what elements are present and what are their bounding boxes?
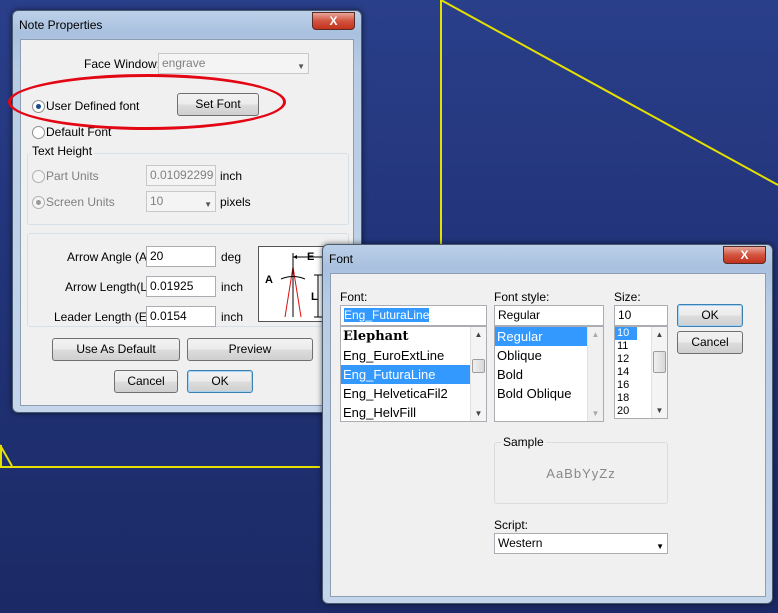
scroll-thumb[interactable] (472, 359, 485, 373)
font-list-item[interactable]: Eng_FuturaLine (341, 365, 486, 384)
part-units-input[interactable]: 0.01092299 (146, 165, 216, 186)
arrow-length-input[interactable]: 0.01925 (146, 276, 216, 297)
diagram-a-text: A (265, 274, 273, 286)
font-list-item[interactable]: Eng_HelvFill (341, 403, 486, 421)
title-bar[interactable]: Note Properties (19, 16, 355, 34)
face-window-label: Face Window: (84, 57, 161, 71)
font-style-label: Font style: (494, 290, 550, 304)
diagram-l-text: L (311, 291, 318, 303)
close-icon[interactable]: X (312, 12, 355, 30)
sample-title: Sample (501, 435, 546, 449)
size-list[interactable]: 10 11 12 14 16 18 20 ▲ ▼ (614, 326, 668, 419)
text-height-title: Text Height (30, 144, 95, 158)
cancel-button[interactable]: Cancel (677, 331, 743, 354)
arrow-up-icon[interactable]: ▲ (471, 327, 486, 342)
chevron-down-icon: ▼ (204, 200, 212, 209)
arrow-angle-unit: deg (221, 250, 242, 264)
font-list-item[interactable]: Eng_EuroExtLine (341, 346, 486, 365)
chevron-down-icon: ▼ (297, 62, 305, 71)
diagram-e-text: E (307, 251, 314, 263)
font-dialog-client: Font: Eng_FuturaLine Elephant Eng_EuroExt… (330, 273, 766, 597)
part-units-radio[interactable] (32, 170, 45, 183)
ok-button[interactable]: OK (677, 304, 743, 327)
leader-length-input[interactable]: 0.0154 (146, 306, 216, 327)
text-height-group (27, 153, 349, 225)
part-units-label: Part Units (46, 169, 99, 183)
font-style-input[interactable]: Regular (494, 305, 604, 326)
arrow-up-icon[interactable]: ▲ (652, 327, 667, 342)
window-title: Font (329, 252, 354, 266)
ok-button[interactable]: OK (187, 370, 253, 393)
font-list-item[interactable]: Elephant (341, 327, 486, 346)
size-input[interactable]: 10 (614, 305, 668, 326)
screen-units-label: Screen Units (46, 195, 115, 209)
font-label: Font: (340, 290, 368, 304)
screen-units-unit: pixels (220, 195, 251, 209)
highlight-ellipse (8, 74, 286, 130)
font-list-scrollbar[interactable]: ▲ ▼ (470, 327, 486, 421)
style-list-scrollbar[interactable]: ▲ ▼ (587, 327, 603, 421)
part-units-unit: inch (220, 169, 243, 183)
screen-units-select[interactable]: 10 ▼ (146, 191, 216, 212)
script-label: Script: (494, 518, 529, 532)
font-style-list[interactable]: Regular Oblique Bold Bold Oblique ▲ ▼ (494, 326, 604, 422)
window-title: Note Properties (19, 18, 103, 32)
arrow-length-unit: inch (221, 280, 244, 294)
arrow-length-label: Arrow Length(L): (65, 280, 155, 294)
arrow-down-icon[interactable]: ▼ (588, 406, 603, 421)
size-label: Size: (614, 290, 641, 304)
arrow-down-icon[interactable]: ▼ (471, 406, 486, 421)
leader-length-label: Leader Length (E): (54, 310, 155, 324)
close-icon[interactable]: X (723, 246, 766, 264)
leader-length-unit: inch (221, 310, 244, 324)
size-list-scrollbar[interactable]: ▲ ▼ (651, 327, 667, 418)
note-properties-window: Note Properties X Face Window: engrave ▼… (12, 10, 362, 413)
title-bar[interactable]: Font (329, 250, 766, 268)
font-window: Font X Font: Eng_FuturaLine Elephant Eng_… (322, 244, 773, 604)
font-name-input[interactable]: Eng_FuturaLine (340, 305, 487, 326)
screen-units-radio[interactable] (32, 196, 45, 209)
font-list-item[interactable]: Eng_HelveticaFil2 (341, 384, 486, 403)
scroll-thumb[interactable] (653, 351, 666, 373)
default-font-radio[interactable] (32, 126, 45, 139)
use-as-default-button[interactable]: Use As Default (52, 338, 180, 361)
sample-text: AaBbYyZz (546, 466, 616, 481)
preview-button[interactable]: Preview (187, 338, 313, 361)
font-list[interactable]: Elephant Eng_EuroExtLine Eng_FuturaLine Eng… (340, 326, 487, 422)
arrow-angle-label: Arrow Angle (A): (67, 250, 155, 264)
chevron-down-icon: ▼ (656, 542, 664, 551)
arrow-up-icon[interactable]: ▲ (588, 327, 603, 342)
script-select[interactable]: Western ▼ (494, 533, 668, 554)
arrow-down-icon[interactable]: ▼ (652, 403, 667, 418)
arrow-angle-input[interactable]: 20 (146, 246, 216, 267)
size-list-item[interactable]: 10 (615, 327, 637, 340)
cancel-button[interactable]: Cancel (114, 370, 178, 393)
face-window-select[interactable]: engrave ▼ (158, 53, 309, 74)
